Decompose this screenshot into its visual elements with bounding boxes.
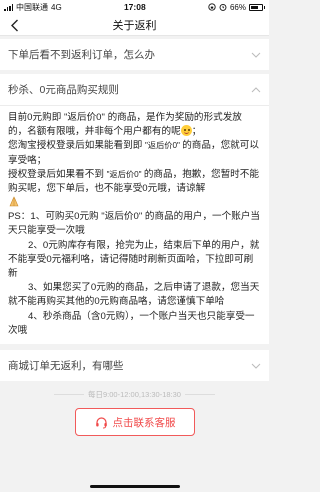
faq-item-flash-sale-rules[interactable]: 秒杀、0元商品购买规则 <box>0 74 269 105</box>
ps-item-3: 3、如果您买了0元购的商品，之后申请了退款，您当天就不能再购买其他的0元购商品咯… <box>8 282 260 308</box>
back-arrow-icon <box>10 19 18 31</box>
chevron-down-icon <box>251 50 261 60</box>
headset-icon <box>95 416 107 428</box>
back-button[interactable] <box>6 17 22 33</box>
page-title: 关于返利 <box>112 19 157 32</box>
lock-rotation-icon <box>208 3 216 11</box>
ps-item-4: 4、秒杀商品（含0元购），一个账户当天也只能享受一次哦 <box>8 310 255 336</box>
faq-item-title: 下单后看不到返利订单，怎么办 <box>8 49 155 61</box>
faq-item-title: 商城订单无返利，有哪些 <box>8 360 124 373</box>
divider-line <box>184 394 215 395</box>
home-indicator <box>89 485 180 488</box>
rule-paragraph: 您淘宝授权登录后如果能看到即 "返后价0" 的商品，您就可以享受咯； <box>8 140 259 166</box>
battery-icon <box>249 3 265 11</box>
nav-bar: 关于返利 <box>0 14 269 36</box>
service-hours: 每日9:00-12:00,13:30-18:30 <box>0 389 269 400</box>
status-bar: 中国联通 4G 17:08 66% <box>0 0 269 14</box>
contact-support-label: 点击联系客服 <box>112 416 176 429</box>
service-hours-text: 每日9:00-12:00,13:30-18:30 <box>88 390 181 399</box>
faq-item-mall-order-no-rebate[interactable]: 商城订单无返利，有哪些 <box>0 350 269 382</box>
folded-hands-icon <box>9 196 19 207</box>
rule-paragraph: 目前0元购即 "返后价0" 的商品，是作为奖励的形式发放的，名额有限哦，并非每个… <box>8 112 242 138</box>
faq-item-title: 秒杀、0元商品购买规则 <box>8 84 119 96</box>
carrier-label: 中国联通 <box>16 2 48 12</box>
rule-paragraph: 授权登录后如果看不到 "返后价0" 的商品，抱歉，您暂时不能购买呢，您下单后，也… <box>8 168 259 195</box>
chevron-up-icon <box>251 85 261 95</box>
contact-support-button[interactable]: 点击联系客服 <box>75 408 195 436</box>
faq-item-no-rebate-order[interactable]: 下单后看不到返利订单，怎么办 <box>0 39 269 70</box>
smiley-emoji-icon <box>180 125 192 137</box>
battery-percent: 66% <box>229 2 246 12</box>
ps-item-2: 2、0元购库存有限，抢完为止，结束后下单的用户，就不能享受0元福利咯，请记得随时… <box>8 239 260 280</box>
hands-line <box>8 196 261 210</box>
chevron-down-icon <box>251 361 261 371</box>
ps-item-1: PS：1、可购买0元购 "返后价0" 的商品的用户，一个账户当天只能享受一次哦 <box>8 211 261 237</box>
signal-icon <box>4 3 13 11</box>
alarm-icon <box>219 3 227 11</box>
status-time: 17:08 <box>123 2 146 12</box>
divider-line <box>54 394 84 395</box>
flash-sale-rules-content: 目前0元购即 "返后价0" 的商品，是作为奖励的形式发放的，名额有限哦，并非每个… <box>0 106 269 345</box>
network-label: 4G <box>51 2 62 12</box>
